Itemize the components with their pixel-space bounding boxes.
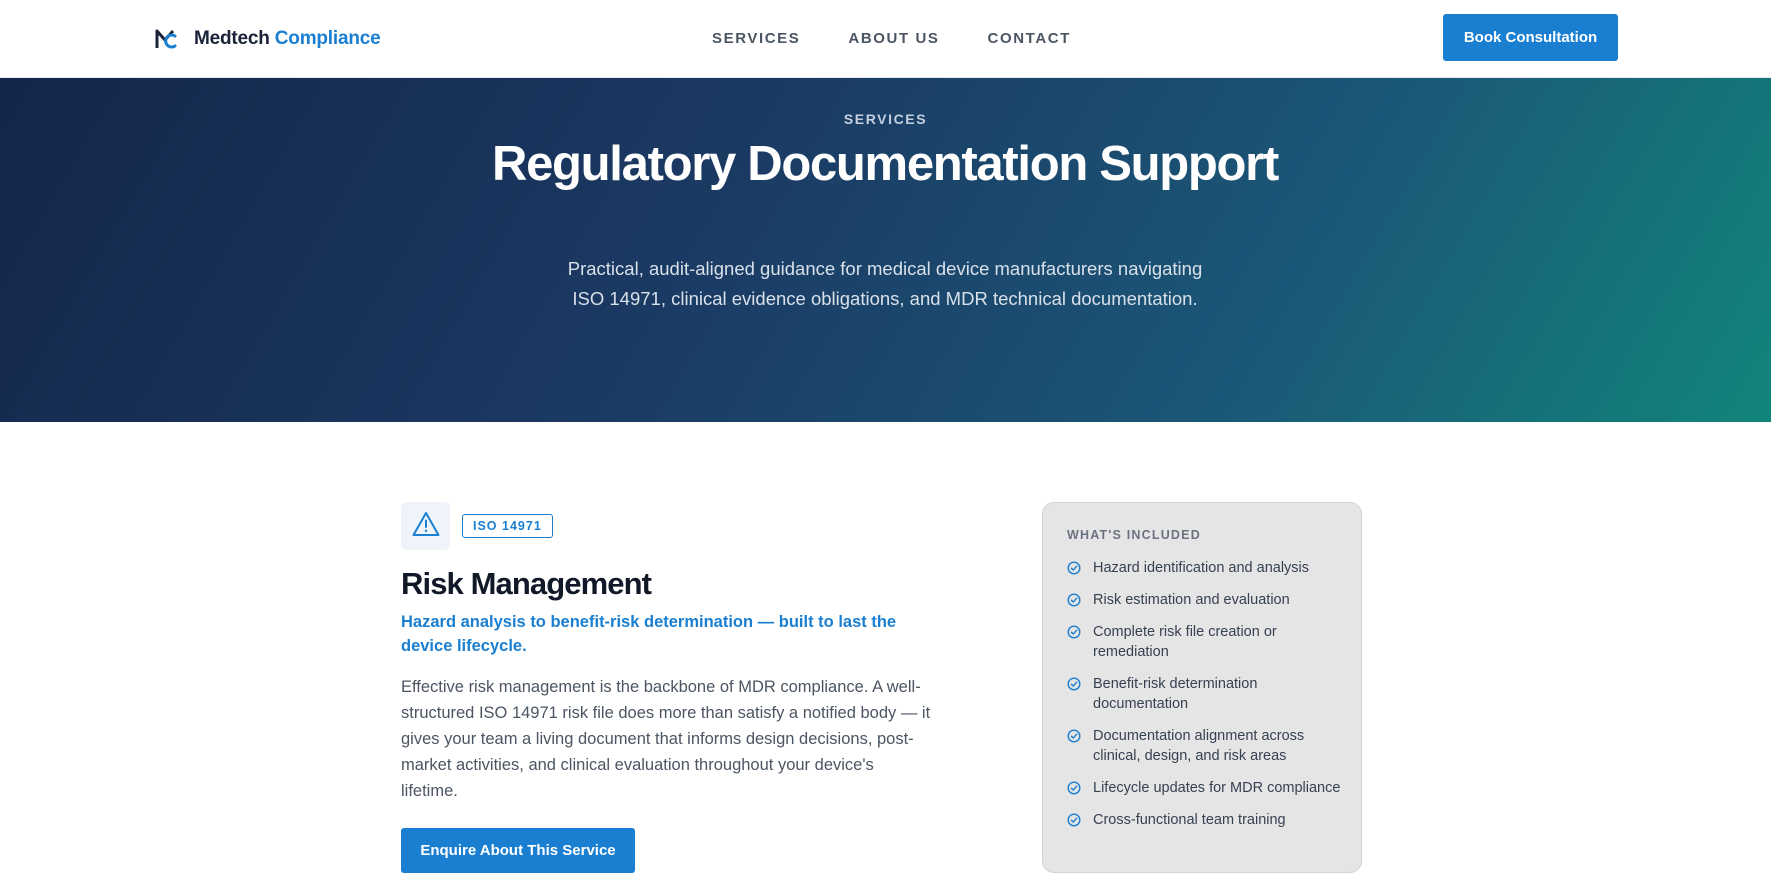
check-circle-icon <box>1067 593 1081 607</box>
list-item: Risk estimation and evaluation <box>1067 590 1347 610</box>
list-item: Benefit-risk determination documentation <box>1067 674 1347 714</box>
check-circle-icon <box>1067 781 1081 795</box>
check-circle-icon <box>1067 625 1081 639</box>
hero-banner: SERVICES Regulatory Documentation Suppor… <box>0 78 1771 422</box>
enquire-service-button[interactable]: Enquire About This Service <box>401 828 635 873</box>
nav-item-contact[interactable]: CONTACT <box>988 28 1071 50</box>
list-item: Documentation alignment across clinical,… <box>1067 726 1347 766</box>
hero-eyebrow: SERVICES <box>843 111 928 127</box>
brand-name-primary: Medtech <box>194 28 270 49</box>
service-tagline: Hazard analysis to benefit-risk determin… <box>401 613 897 655</box>
hero-subtitle: Practical, audit-aligned guidance for me… <box>567 258 1203 309</box>
nav-item-services[interactable]: SERVICES <box>712 28 800 50</box>
included-item-text: Documentation alignment across clinical,… <box>1093 728 1305 764</box>
list-item: Lifecycle updates for MDR compliance <box>1067 778 1347 798</box>
whats-included-panel: WHAT'S INCLUDED Hazard identification an… <box>1042 502 1362 873</box>
included-item-text: Risk estimation and evaluation <box>1093 592 1290 608</box>
included-list: Hazard identification and analysis Risk … <box>1067 558 1347 842</box>
mc-monogram-icon <box>154 27 178 51</box>
whats-included-heading: WHAT'S INCLUDED <box>1067 528 1201 542</box>
service-title: Risk Management <box>401 566 652 601</box>
list-item: Hazard identification and analysis <box>1067 558 1347 578</box>
brand-name: Medtech Compliance <box>194 28 381 50</box>
list-item: Complete risk file creation or remediati… <box>1067 622 1347 662</box>
included-item-text: Complete risk file creation or remediati… <box>1093 624 1277 660</box>
service-icon-tile <box>401 502 450 550</box>
page-title: Regulatory Documentation Support <box>492 137 1279 191</box>
check-circle-icon <box>1067 729 1081 743</box>
main-nav: SERVICES ABOUT US CONTACT <box>712 28 1071 50</box>
brand-name-accent: Compliance <box>274 28 381 49</box>
check-circle-icon <box>1067 813 1081 827</box>
site-header: Medtech Compliance SERVICES ABOUT US CON… <box>0 0 1771 78</box>
service-description: Effective risk management is the backbon… <box>401 678 931 800</box>
brand-logo-link[interactable]: Medtech Compliance <box>154 22 381 56</box>
included-item-text: Cross-functional team training <box>1093 812 1286 828</box>
book-consultation-button[interactable]: Book Consultation <box>1443 14 1618 61</box>
included-item-text: Hazard identification and analysis <box>1093 560 1310 576</box>
list-item: Cross-functional team training <box>1067 810 1347 830</box>
check-circle-icon <box>1067 561 1081 575</box>
included-item-text: Lifecycle updates for MDR compliance <box>1093 780 1341 796</box>
warning-triangle-icon <box>412 511 440 542</box>
standard-badge: ISO 14971 <box>462 514 553 538</box>
included-item-text: Benefit-risk determination documentation <box>1093 676 1258 712</box>
nav-item-about-us[interactable]: ABOUT US <box>848 28 939 50</box>
check-circle-icon <box>1067 677 1081 691</box>
